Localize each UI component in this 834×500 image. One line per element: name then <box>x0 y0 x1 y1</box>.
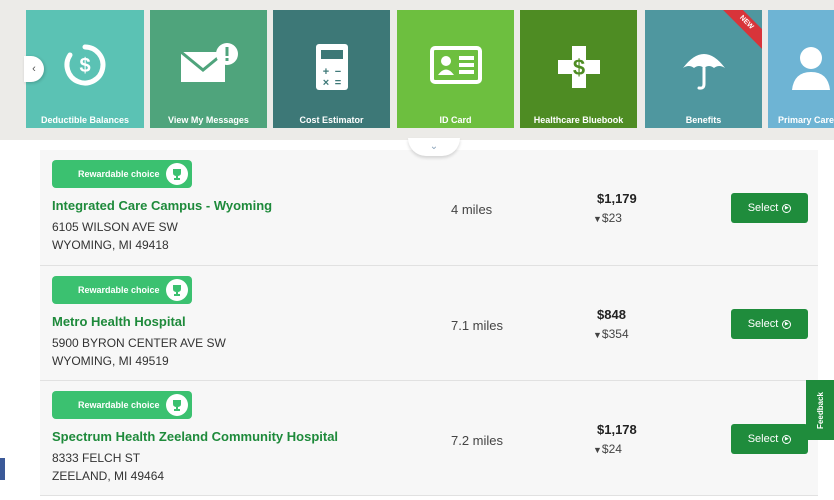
address-city: ZEELAND, MI 49464 <box>52 469 165 483</box>
provider-name[interactable]: Metro Health Hospital <box>52 314 186 329</box>
savings: ▼$23 <box>593 211 622 225</box>
savings-amount: $24 <box>601 442 622 456</box>
tile-label: Cost Estimator <box>299 115 364 125</box>
tile-healthcare-bluebook[interactable]: $ Healthcare Bluebook <box>520 10 637 128</box>
tile-view-my-messages[interactable]: View My Messages <box>150 10 267 128</box>
feedback-label: Feedback <box>815 391 825 429</box>
svg-text:×: × <box>322 77 328 89</box>
feedback-tab[interactable]: Feedback <box>806 380 834 440</box>
savings: ▼$354 <box>593 327 629 341</box>
select-label: Select <box>747 433 779 445</box>
savings-amount: $23 <box>601 211 622 225</box>
tile-benefits[interactable]: NEW Benefits <box>645 10 762 128</box>
savings-amount: $354 <box>601 327 629 341</box>
provider-name[interactable]: Spectrum Health Zeeland Community Hospit… <box>52 429 338 444</box>
rewardable-choice-badge: Rewardable choice <box>52 160 192 188</box>
provider-results-list: Rewardable choice Integrated Care Campus… <box>40 150 818 496</box>
select-label: Select <box>747 318 779 330</box>
umbrella-icon <box>645 42 762 94</box>
select-button[interactable]: Select ▶ <box>731 309 808 339</box>
tile-label: View My Messages <box>168 115 249 125</box>
tile-primary-care[interactable]: Primary Care <box>768 10 834 128</box>
arrow-right-circle-icon: ▶ <box>782 319 792 329</box>
tile-label: Benefits <box>685 115 722 125</box>
price: $1,178 <box>597 422 637 437</box>
tile-label: Healthcare Bluebook <box>533 115 624 125</box>
badge-label: Rewardable choice <box>78 400 160 410</box>
svg-text:$: $ <box>79 55 90 77</box>
medical-dollar-icon: $ <box>520 42 637 94</box>
arrow-right-circle-icon: ▶ <box>782 203 792 213</box>
calculator-icon: + − × = <box>273 42 390 94</box>
rewardable-choice-badge: Rewardable choice <box>52 276 192 304</box>
provider-result-row: Rewardable choice Integrated Care Campus… <box>40 150 818 266</box>
tile-id-card[interactable]: ID Card <box>397 10 514 128</box>
badge-label: Rewardable choice <box>78 285 160 295</box>
tile-label: Primary Care <box>778 115 834 125</box>
caret-down-icon: ▼ <box>593 445 602 455</box>
caret-down-icon: ▼ <box>593 330 602 340</box>
trophy-icon <box>166 394 188 416</box>
price: $848 <box>597 307 626 322</box>
distance: 7.1 miles <box>451 318 504 333</box>
chevron-left-icon: ‹ <box>32 63 36 75</box>
savings: ▼$24 <box>593 442 622 456</box>
trophy-icon <box>166 279 188 301</box>
feature-tile-strip: $ Deductible Balances View My Messages +… <box>0 0 834 140</box>
select-button[interactable]: Select ▶ <box>731 193 808 223</box>
rewardable-choice-badge: Rewardable choice <box>52 391 192 419</box>
chevron-down-icon: ⌄ <box>429 141 439 152</box>
tile-label: Deductible Balances <box>40 115 130 125</box>
badge-label: Rewardable choice <box>78 169 160 179</box>
id-card-icon <box>397 42 514 94</box>
person-icon <box>768 42 834 94</box>
trophy-icon <box>166 163 188 185</box>
left-edge-marker <box>0 458 5 480</box>
svg-text:=: = <box>334 77 340 89</box>
address-street: 5900 BYRON CENTER AVE SW <box>52 336 226 350</box>
distance: 4 miles <box>451 202 493 217</box>
provider-result-row: Rewardable choice Metro Health Hospital … <box>40 266 818 381</box>
select-label: Select <box>747 202 779 214</box>
tile-cost-estimator[interactable]: + − × = Cost Estimator <box>273 10 390 128</box>
distance: 7.2 miles <box>451 433 504 448</box>
provider-result-row: Rewardable choice Spectrum Health Zeelan… <box>40 381 818 496</box>
tile-label: ID Card <box>439 115 472 125</box>
address-street: 8333 FELCH ST <box>52 451 141 465</box>
arrow-right-circle-icon: ▶ <box>782 434 792 444</box>
address-street: 6105 WILSON AVE SW <box>52 220 178 234</box>
provider-name[interactable]: Integrated Care Campus - Wyoming <box>52 198 272 213</box>
address-city: WYOMING, MI 49519 <box>52 354 169 368</box>
select-button[interactable]: Select ▶ <box>731 424 808 454</box>
address-city: WYOMING, MI 49418 <box>52 238 169 252</box>
price: $1,179 <box>597 191 637 206</box>
caret-down-icon: ▼ <box>593 214 602 224</box>
envelope-alert-icon <box>150 42 267 94</box>
svg-text:$: $ <box>572 55 584 80</box>
